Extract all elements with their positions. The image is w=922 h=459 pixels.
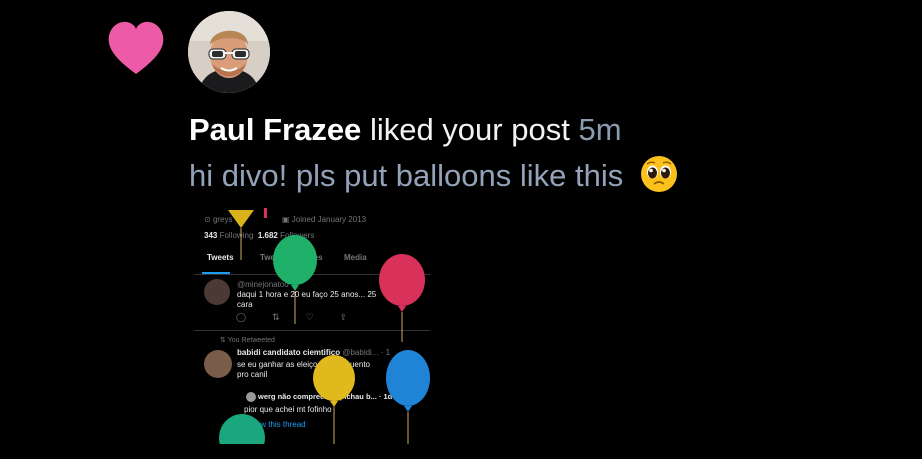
balloons-overlay xyxy=(219,208,430,444)
heart-icon xyxy=(108,21,164,75)
notification-action: liked your post xyxy=(369,112,570,147)
timestamp: 5m xyxy=(578,112,622,147)
post-text: hi divo! pls put balloons like this xyxy=(189,158,624,193)
balloon-yellow xyxy=(313,355,355,444)
balloon-teal xyxy=(219,414,265,444)
user-name[interactable]: Paul Frazee xyxy=(189,112,361,147)
balloon-red xyxy=(379,254,425,342)
balloon-green xyxy=(273,235,317,324)
balloon-yellow-top xyxy=(228,210,254,260)
balloon-red-knot xyxy=(264,208,267,218)
embedded-image[interactable]: ⊙ greys ▣ Joined January 2013 343 Follow… xyxy=(194,206,430,444)
user-photo xyxy=(188,11,270,93)
notification-text: Paul Frazee liked your post 5m xyxy=(189,110,622,150)
balloon-blue xyxy=(386,350,430,444)
avatar[interactable] xyxy=(188,11,270,93)
pleading-face-emoji xyxy=(640,156,677,192)
post-preview[interactable]: hi divo! pls put balloons like this xyxy=(189,155,678,196)
